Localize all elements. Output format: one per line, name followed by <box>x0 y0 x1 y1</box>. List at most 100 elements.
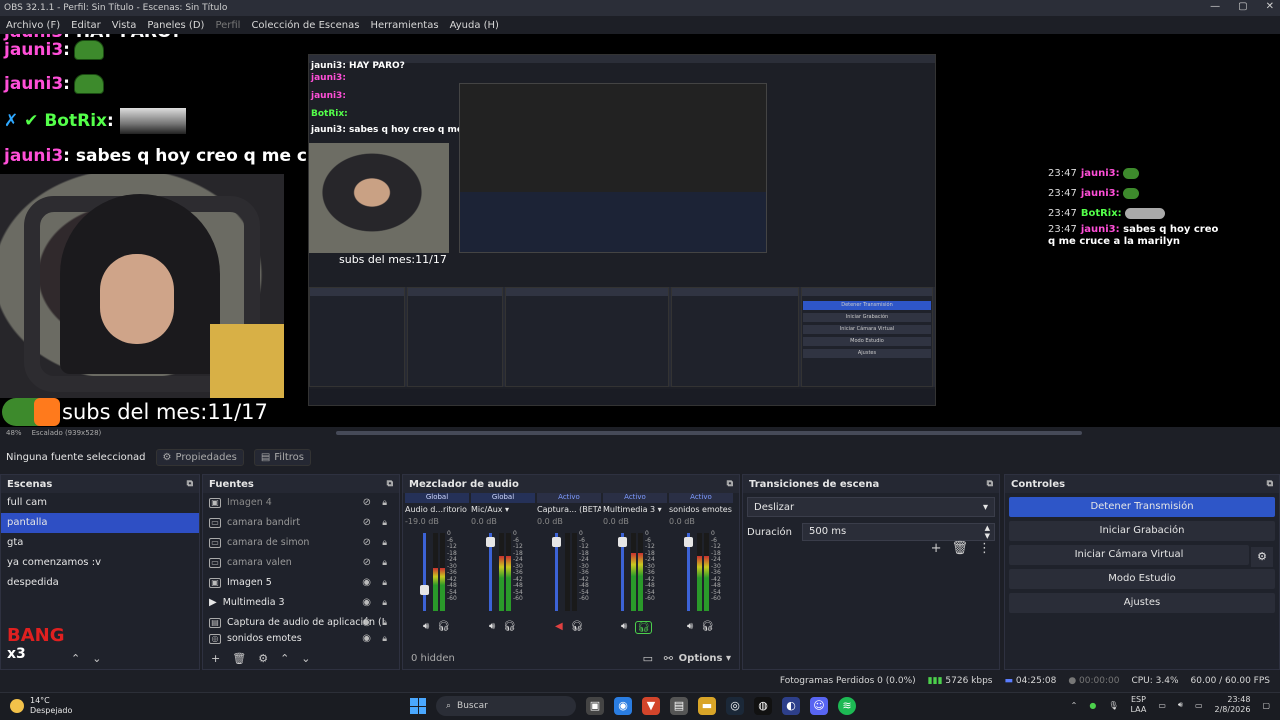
eye-hidden-icon[interactable]: ⊘ <box>363 533 371 553</box>
menu-coleccion-escenas[interactable]: Colección de Escenas <box>251 20 359 31</box>
language-indicator[interactable]: ESP LAA <box>1131 695 1147 715</box>
scene-item-ya-comenzamos[interactable]: ya comenzamos :v <box>1 553 199 573</box>
zoom-level[interactable]: 48% <box>6 429 22 437</box>
channel-name[interactable]: Audio d...ritorio ▾ <box>405 503 469 517</box>
battery-icon[interactable]: ▭ <box>1195 701 1203 710</box>
transition-select[interactable]: Deslizar ▾ <box>747 497 995 517</box>
menu-editar[interactable]: Editar <box>71 20 101 31</box>
undock-icon[interactable]: ⧉ <box>987 479 993 489</box>
task-view-icon[interactable]: ▣ <box>586 697 604 715</box>
more-icon[interactable]: ⋮ <box>978 541 991 556</box>
eye-hidden-icon[interactable]: ⊘ <box>363 553 371 573</box>
eye-hidden-icon[interactable]: ⊘ <box>363 513 371 533</box>
move-down-icon[interactable]: ⌄ <box>301 652 310 665</box>
volume-fader[interactable] <box>552 533 561 611</box>
source-item[interactable]: ▭ camara bandirt ⊘ 🔒︎ <box>203 513 399 533</box>
link-icon[interactable]: ⚯ <box>664 652 673 665</box>
eye-icon[interactable]: ◉ <box>362 633 371 645</box>
headphones-icon[interactable]: 🎧︎ <box>437 621 450 632</box>
gear-icon[interactable]: ⚙ <box>1251 547 1273 567</box>
undock-icon[interactable]: ⧉ <box>1267 479 1273 489</box>
lock-icon[interactable]: 🔒︎ <box>382 533 387 553</box>
options-button[interactable]: Options ▾ <box>679 653 731 664</box>
settings-button[interactable]: Ajustes <box>1009 593 1275 613</box>
menu-paneles[interactable]: Paneles (D) <box>147 20 204 31</box>
maximize-icon[interactable]: ▢ <box>1238 1 1247 12</box>
lock-icon[interactable]: 🔒︎ <box>382 593 387 613</box>
speaker-icon[interactable]: 🔊︎ <box>489 621 495 632</box>
lock-icon[interactable]: 🔒︎ <box>382 633 387 645</box>
source-item[interactable]: ▭ camara valen ⊘ 🔒︎ <box>203 553 399 573</box>
windows-start-icon[interactable] <box>410 698 426 714</box>
eye-icon[interactable]: ◉ <box>362 613 371 633</box>
scene-item-despedida[interactable]: despedida <box>1 573 199 593</box>
mute-on-icon[interactable]: ◀ <box>555 621 563 632</box>
menu-ayuda[interactable]: Ayuda (H) <box>450 20 499 31</box>
channel-name[interactable]: Multimedia 3 ▾ <box>603 503 667 517</box>
menu-vista[interactable]: Vista <box>112 20 137 31</box>
chrome-icon[interactable]: ◉ <box>614 697 632 715</box>
trash-icon[interactable]: 🗑︎ <box>951 541 968 556</box>
properties-button[interactable]: ⚙ Propiedades <box>155 448 244 466</box>
source-item[interactable]: ▤ Captura de audio de aplicación (I ◉ 🔒︎ <box>203 613 399 633</box>
lock-icon[interactable]: 🔒︎ <box>382 613 387 633</box>
weather-widget[interactable]: 14°C Despejado <box>10 696 72 716</box>
lock-icon[interactable]: 🔒︎ <box>382 573 387 593</box>
folder-icon[interactable]: ▬ <box>698 697 716 715</box>
source-item[interactable]: ▶ Multimedia 3 ◉ 🔒︎ <box>203 593 399 613</box>
status-dot-icon[interactable]: ● <box>1089 701 1096 710</box>
mic-icon[interactable]: 🎙︎ <box>1108 701 1118 710</box>
volume-icon[interactable]: 🔊︎ <box>1178 700 1183 710</box>
preview-scrollbar[interactable] <box>336 431 1082 435</box>
duration-input[interactable]: 500 ms ▲ ▼ <box>802 523 995 541</box>
menu-herramientas[interactable]: Herramientas <box>370 20 438 31</box>
channel-name[interactable]: Captura... (BETA) ▾ <box>537 503 601 517</box>
taskbar-search[interactable]: ⌕ Buscar <box>436 696 576 716</box>
source-item[interactable]: ▣ Imagen 5 ◉ 🔒︎ <box>203 573 399 593</box>
studio-mode-button[interactable]: Modo Estudio <box>1009 569 1275 589</box>
fader-knob[interactable] <box>618 536 627 547</box>
network-icon[interactable]: ▭ <box>1158 701 1166 710</box>
fader-knob[interactable] <box>684 536 693 547</box>
source-item[interactable]: ▣ Imagen 4 ⊘ 🔒︎ <box>203 493 399 513</box>
speaker-icon[interactable]: 🔊︎ <box>687 621 693 632</box>
preview-scale[interactable]: Escalado (939x528) <box>32 429 102 437</box>
source-item[interactable]: ◎ sonidos emotes ◉ 🔒︎ <box>203 633 399 645</box>
discord-icon[interactable]: ☺ <box>810 697 828 715</box>
virtual-camera-button[interactable]: Iniciar Cámara Virtual <box>1009 545 1249 565</box>
speaker-icon[interactable]: 🔊︎ <box>621 621 627 634</box>
fader-knob[interactable] <box>420 585 429 596</box>
add-icon[interactable]: + <box>211 652 220 665</box>
start-recording-button[interactable]: Iniciar Grabación <box>1009 521 1275 541</box>
app-icon[interactable]: ◐ <box>782 697 800 715</box>
undock-icon[interactable]: ⧉ <box>187 479 193 489</box>
trash-icon[interactable]: 🗑︎ <box>232 652 246 665</box>
lock-icon[interactable]: 🔒︎ <box>382 553 387 573</box>
brave-icon[interactable]: ▼ <box>642 697 660 715</box>
volume-fader[interactable] <box>684 533 693 611</box>
headphones-icon[interactable]: 🎧︎ <box>503 621 516 632</box>
move-up-icon[interactable]: ⌃ <box>280 652 289 665</box>
program-preview[interactable]: jauni3: HAY PARO? jauni3: jauni3: ✗ ✔ Bo… <box>0 34 1280 427</box>
move-up-icon[interactable]: ⌃ <box>71 652 80 665</box>
fader-knob[interactable] <box>486 536 495 547</box>
move-down-icon[interactable]: ⌄ <box>92 652 101 665</box>
channel-name[interactable]: sonidos emotes ▾ <box>669 503 733 517</box>
scene-item-full-cam[interactable]: full cam <box>1 493 199 513</box>
eye-icon[interactable]: ◉ <box>362 573 371 593</box>
filters-button[interactable]: ▤ Filtros <box>253 448 312 466</box>
source-item[interactable]: ▭ camara de simon ⊘ 🔒︎ <box>203 533 399 553</box>
fader-knob[interactable] <box>552 536 561 547</box>
lock-icon[interactable]: 🔒︎ <box>382 493 387 513</box>
spotify-icon[interactable]: ≋ <box>838 697 856 715</box>
store-icon[interactable]: ▤ <box>670 697 688 715</box>
volume-fader[interactable] <box>618 533 627 611</box>
chevron-up-icon[interactable]: ⌃ <box>1071 701 1078 710</box>
menu-archivo[interactable]: Archivo (F) <box>6 20 60 31</box>
undock-icon[interactable]: ⧉ <box>387 479 393 489</box>
headphones-icon[interactable]: 🎧︎ <box>701 621 714 632</box>
obs-icon[interactable]: ◍ <box>754 697 772 715</box>
eye-icon[interactable]: ◉ <box>362 593 371 613</box>
spin-icon[interactable]: ▲ ▼ <box>985 524 990 540</box>
notification-icon[interactable]: ▢ <box>1262 701 1270 710</box>
